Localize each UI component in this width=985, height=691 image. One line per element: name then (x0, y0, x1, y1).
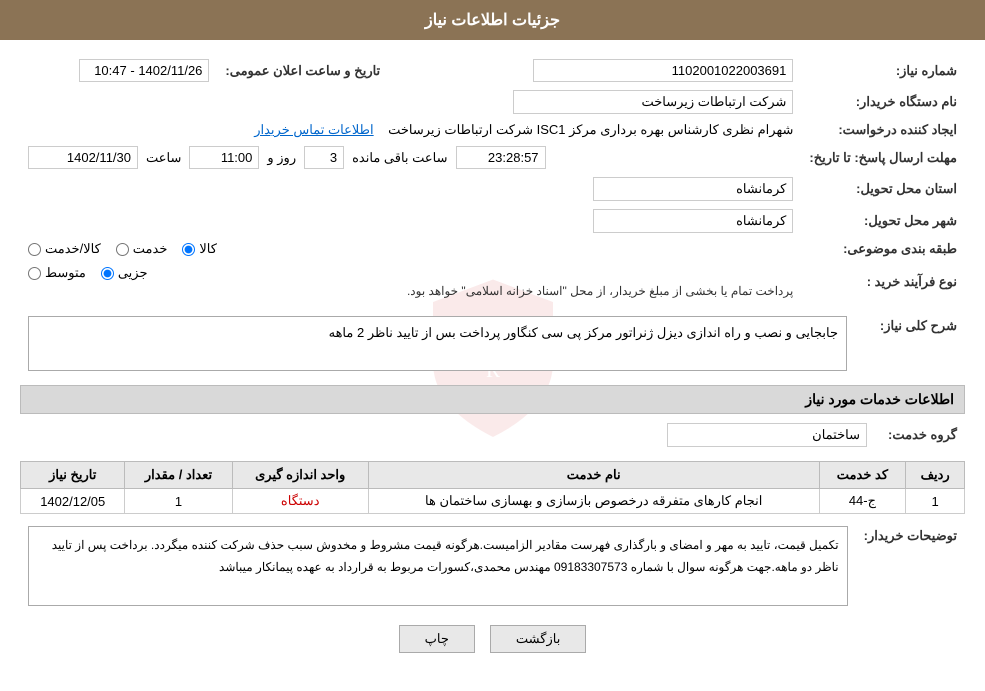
service-group-table: گروه خدمت: ساختمان (20, 419, 965, 451)
category-option-kala[interactable]: کالا (182, 241, 217, 257)
page-title: جزئیات اطلاعات نیاز (0, 0, 985, 40)
back-button[interactable]: بازگشت (490, 625, 586, 653)
buyer-notes-table: توضیحات خریدار: تکمیل قیمت، تایید به مهر… (20, 522, 965, 610)
purchase-type-radio-group: متوسط جزیی (28, 265, 793, 281)
purchase-note: پرداخت تمام یا بخشی از مبلغ خریدار، از م… (28, 284, 793, 298)
creator-value: شهرام نظری کارشناس بهره برداری مرکز ISC1… (388, 122, 793, 137)
need-description-value: جابجایی و نصب و راه اندازی دیزل ژنراتور … (28, 316, 847, 371)
col-service-name: نام خدمت (368, 462, 819, 489)
public-announce-value: 1402/11/26 - 10:47 (79, 59, 209, 82)
need-number-label: شماره نیاز: (801, 55, 965, 86)
bottom-buttons: بازگشت چاپ (20, 625, 965, 668)
row-purchase-type: نوع فرآیند خرید : متوسط جزیی (20, 261, 965, 302)
row-delivery-city: شهر محل تحویل: کرمانشاه (20, 205, 965, 237)
services-section-header: اطلاعات خدمات مورد نیاز (20, 385, 965, 414)
days-value: 3 (304, 146, 344, 169)
delivery-province-label: استان محل تحویل: (801, 173, 965, 205)
col-date: تاریخ نیاز (21, 462, 125, 489)
remaining-value: 23:28:57 (456, 146, 546, 169)
remaining-label: ساعت باقی مانده (352, 150, 447, 166)
cell-quantity: 1 (125, 489, 232, 514)
need-number-value: 1102001022003691 (533, 59, 793, 82)
row-creator: ایجاد کننده درخواست: شهرام نظری کارشناس … (20, 118, 965, 142)
row-need-description: شرح کلی نیاز: جابجایی و نصب و راه اندازی… (20, 312, 965, 375)
cell-row-num: 1 (906, 489, 965, 514)
service-group-value: ساختمان (667, 423, 867, 447)
row-buyer-org: نام دستگاه خریدار: شرکت ارتباطات زیرساخت (20, 86, 965, 118)
cell-date: 1402/12/05 (21, 489, 125, 514)
purchase-type-label: نوع فرآیند خرید : (801, 261, 965, 302)
delivery-province-value: کرمانشاه (593, 177, 793, 201)
row-buyer-notes: توضیحات خریدار: تکمیل قیمت، تایید به مهر… (20, 522, 965, 610)
info-table: شماره نیاز: 1102001022003691 تاریخ و ساع… (20, 55, 965, 302)
delivery-city-value: کرمانشاه (593, 209, 793, 233)
send-deadline-label: مهلت ارسال پاسخ: تا تاریخ: (801, 142, 965, 173)
delivery-city-label: شهر محل تحویل: (801, 205, 965, 237)
category-option-khedmat[interactable]: خدمت (116, 241, 168, 257)
buyer-org-label: نام دستگاه خریدار: (801, 86, 965, 118)
deadline-time-value: 11:00 (189, 146, 259, 169)
purchase-option-jozi[interactable]: جزیی (101, 265, 148, 281)
purchase-option-motavasset[interactable]: متوسط (28, 265, 86, 281)
time-label: ساعت (146, 150, 181, 166)
row-service-group: گروه خدمت: ساختمان (20, 419, 965, 451)
row-need-number: شماره نیاز: 1102001022003691 تاریخ و ساع… (20, 55, 965, 86)
creator-contact-link[interactable]: اطلاعات تماس خریدار (254, 122, 373, 137)
buyer-org-value: شرکت ارتباطات زیرساخت (513, 90, 793, 114)
days-label: روز و (267, 150, 296, 166)
need-description-label: شرح کلی نیاز: (855, 312, 965, 375)
col-row-num: ردیف (906, 462, 965, 489)
creator-label: ایجاد کننده درخواست: (801, 118, 965, 142)
deadline-date-value: 1402/11/30 (28, 146, 138, 169)
category-option-kala-khedmat[interactable]: کالا/خدمت (28, 241, 101, 257)
cell-service-name: انجام کارهای متفرقه درخصوص بازسازی و بهس… (368, 489, 819, 514)
category-radio-group: کالا/خدمت خدمت کالا (28, 241, 793, 257)
table-header-row: ردیف کد خدمت نام خدمت واحد اندازه گیری ت… (21, 462, 965, 489)
cell-unit: دستگاه (232, 489, 368, 514)
row-delivery-province: استان محل تحویل: کرمانشاه (20, 173, 965, 205)
cell-service-code: ج-44 (819, 489, 906, 514)
col-service-code: کد خدمت (819, 462, 906, 489)
row-category: طبقه بندی موضوعی: کالا/خدمت خدمت (20, 237, 965, 261)
table-row: 1 ج-44 انجام کارهای متفرقه درخصوص بازساز… (21, 489, 965, 514)
row-deadline: مهلت ارسال پاسخ: تا تاریخ: 1402/11/30 سا… (20, 142, 965, 173)
service-group-label: گروه خدمت: (875, 419, 965, 451)
public-announce-label: تاریخ و ساعت اعلان عمومی: (217, 55, 388, 86)
col-unit: واحد اندازه گیری (232, 462, 368, 489)
need-description-table: شرح کلی نیاز: جابجایی و نصب و راه اندازی… (20, 312, 965, 375)
print-button[interactable]: چاپ (399, 625, 475, 653)
col-quantity: تعداد / مقدار (125, 462, 232, 489)
category-label: طبقه بندی موضوعی: (801, 237, 965, 261)
buyer-notes-value: تکمیل قیمت، تایید به مهر و امضای و بارگذ… (28, 526, 848, 606)
buyer-notes-label: توضیحات خریدار: (856, 522, 965, 610)
services-data-table: ردیف کد خدمت نام خدمت واحد اندازه گیری ت… (20, 461, 965, 514)
